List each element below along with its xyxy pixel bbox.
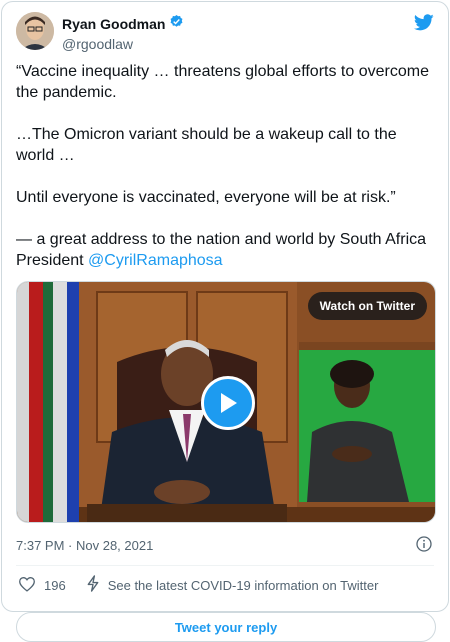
covid-info-link[interactable]: See the latest COVID-19 information on T… [86, 575, 379, 595]
tweet-timestamp[interactable]: 7:37 PM · Nov 28, 2021 [16, 535, 434, 555]
info-icon[interactable] [416, 536, 432, 555]
tweet-paragraph: …The Omicron variant should be a wakeup … [16, 126, 397, 164]
covid-info-text: See the latest COVID-19 information on T… [107, 577, 379, 593]
tweet-time: 7:37 PM [16, 537, 65, 553]
like-count: 196 [44, 577, 66, 593]
tweet-actions: 196 See the latest COVID-19 information … [16, 566, 434, 604]
tweet-body: “Vaccine inequality … threatens global e… [16, 61, 434, 271]
tweet-date: Nov 28, 2021 [75, 537, 154, 553]
heart-icon [18, 576, 36, 595]
lightning-icon [86, 575, 100, 595]
tweet-header: Ryan Goodman @rgoodlaw [16, 12, 434, 58]
meta-separator: · [64, 537, 76, 553]
tweet-paragraph: Until everyone is vaccinated, everyone w… [16, 189, 396, 206]
play-button[interactable] [201, 376, 255, 430]
author-avatar[interactable] [16, 12, 54, 50]
tweet-reply-button[interactable]: Tweet your reply [16, 612, 436, 642]
verified-badge-icon [169, 14, 184, 34]
watch-on-twitter-button[interactable]: Watch on Twitter [307, 292, 427, 320]
twitter-bird-icon[interactable] [413, 14, 434, 36]
tweet-paragraph: — a great address to the nation and worl… [16, 229, 434, 271]
tweet-paragraph: “Vaccine inequality … threatens global e… [16, 63, 429, 101]
like-button[interactable]: 196 [18, 576, 66, 595]
author-handle[interactable]: @rgoodlaw [62, 36, 184, 52]
video-player[interactable]: Watch on Twitter [16, 281, 436, 523]
author-display-name[interactable]: Ryan Goodman [62, 16, 165, 32]
mention-link[interactable]: @CyrilRamaphosa [88, 252, 223, 269]
author-names: Ryan Goodman @rgoodlaw [62, 14, 184, 52]
play-icon [217, 391, 239, 415]
tweet-card: Ryan Goodman @rgoodlaw “Vaccine inequali… [1, 1, 449, 642]
